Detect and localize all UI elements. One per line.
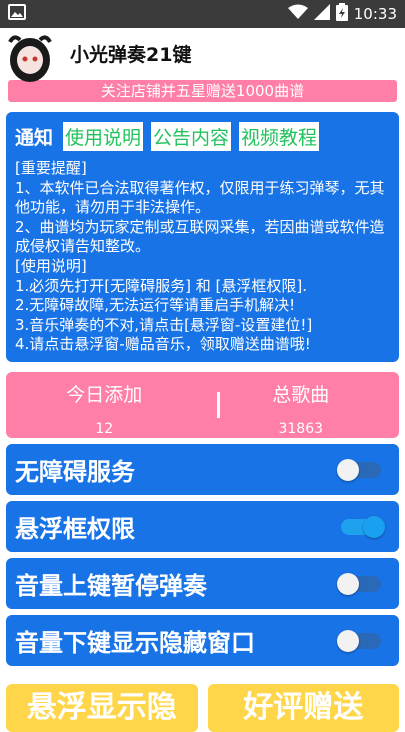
stat-total: 总歌曲 31863 xyxy=(203,372,400,438)
avatar xyxy=(4,30,56,84)
toggle-row-overlay-permission[interactable]: 悬浮框权限 xyxy=(6,501,399,552)
status-time: 10:33 xyxy=(353,5,397,23)
battery-charging-icon xyxy=(335,3,348,25)
app-header: 小光弹奏21键 xyxy=(0,28,405,82)
notice-header: 通知 使用说明 公告内容 视频教程 xyxy=(15,122,391,151)
tab-announcement[interactable]: 公告内容 xyxy=(151,122,232,151)
toggle-row-volume-up-pause[interactable]: 音量上键暂停弹奏 xyxy=(6,558,399,609)
toggle-row-volume-down-window[interactable]: 音量下键显示隐藏窗口 xyxy=(6,615,399,666)
toggle-row-accessibility[interactable]: 无障碍服务 xyxy=(6,444,399,495)
stat-total-label: 总歌曲 xyxy=(272,384,330,406)
stats-divider xyxy=(217,392,220,418)
notice-title: 通知 xyxy=(15,127,54,149)
stat-today: 今日添加 12 xyxy=(6,372,203,438)
app-title: 小光弹奏21键 xyxy=(70,43,192,66)
volume-up-pause-switch[interactable] xyxy=(337,573,381,595)
switch-knob xyxy=(363,516,385,538)
stat-total-value: 31863 xyxy=(278,421,324,437)
stats-card: 今日添加 12 总歌曲 31863 xyxy=(6,372,399,438)
volume-down-window-switch[interactable] xyxy=(337,630,381,652)
stat-today-label: 今日添加 xyxy=(66,384,143,406)
promo-banner[interactable]: 关注店铺并五星赠送1000曲谱 xyxy=(8,80,397,102)
overlay-permission-switch[interactable] xyxy=(341,516,385,538)
wifi-icon xyxy=(287,4,308,24)
review-gift-button[interactable]: 好评赠送 xyxy=(207,684,399,732)
bottom-buttons: 悬浮显示隐 好评赠送 xyxy=(6,684,399,732)
toggle-float-button[interactable]: 悬浮显示隐 xyxy=(6,684,198,732)
switch-knob xyxy=(337,630,359,652)
tab-video-tutorial[interactable]: 视频教程 xyxy=(239,122,320,151)
notice-card: 通知 使用说明 公告内容 视频教程 [重要提醒] 1、本软件已合法取得著作权，仅… xyxy=(6,112,399,362)
switch-knob xyxy=(337,459,359,481)
notice-body: [重要提醒] 1、本软件已合法取得著作权，仅限用于练习弹琴，无其他功能，请勿用于… xyxy=(15,159,385,354)
signal-icon xyxy=(313,4,330,24)
status-bar: 10:33 xyxy=(0,0,405,28)
stat-today-value: 12 xyxy=(95,421,114,437)
switch-knob xyxy=(337,573,359,595)
tab-usage-guide[interactable]: 使用说明 xyxy=(63,122,144,151)
image-icon xyxy=(8,4,26,24)
accessibility-switch[interactable] xyxy=(337,459,381,481)
